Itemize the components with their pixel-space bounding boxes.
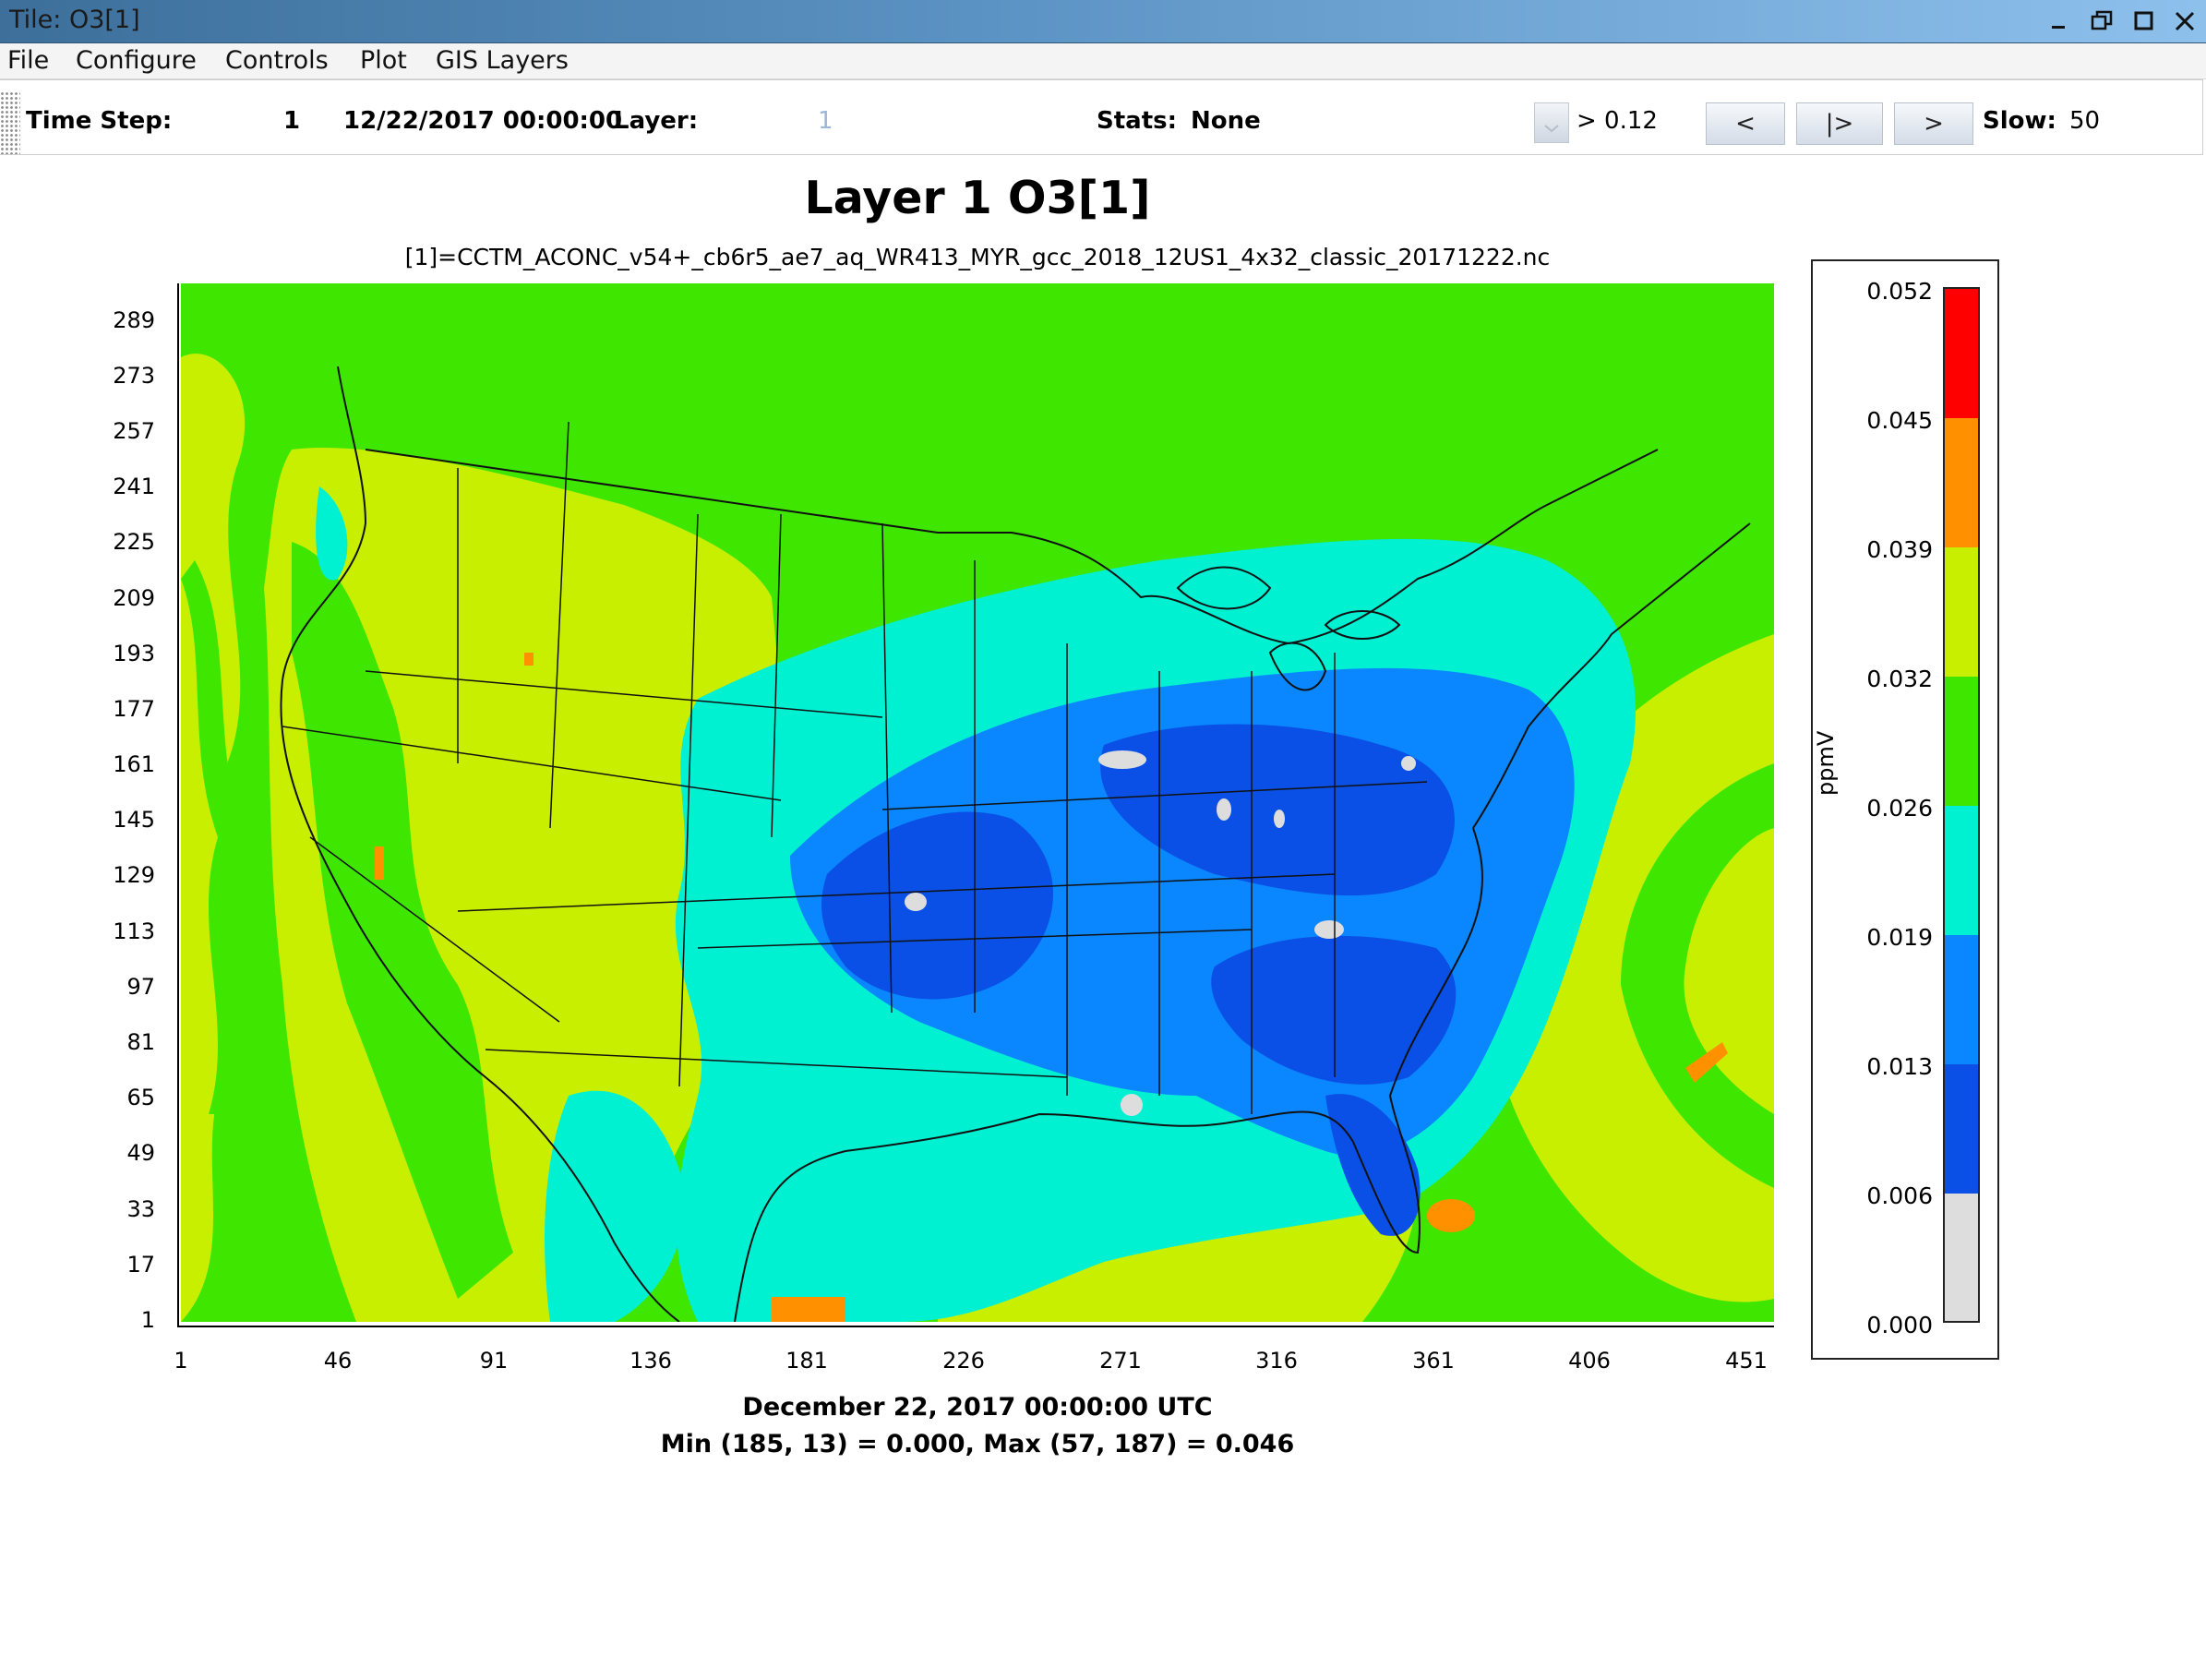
x-tick-label: 226 xyxy=(942,1348,985,1374)
minimize-icon[interactable] xyxy=(2044,6,2075,37)
legend-label: 0.000 xyxy=(1866,1312,1933,1338)
x-tick-label: 361 xyxy=(1412,1348,1455,1374)
y-axis-line xyxy=(177,283,179,1326)
y-tick-label: 209 xyxy=(113,585,155,611)
orange-spot xyxy=(772,1297,845,1322)
y-tick-label: 225 xyxy=(113,529,155,555)
y-tick-label: 161 xyxy=(113,751,155,777)
y-tick-label: 1 xyxy=(140,1307,155,1333)
menu-gis-layers[interactable]: GIS Layers xyxy=(436,46,569,75)
y-tick-label: 177 xyxy=(113,696,155,722)
y-tick-label: 81 xyxy=(126,1029,155,1055)
x-tick-label: 1 xyxy=(174,1348,188,1374)
plot-subtitle: [1]=CCTM_ACONC_v54+_cb6r5_ae7_aq_WR413_M… xyxy=(404,244,1551,270)
previous-step-button[interactable]: < xyxy=(1706,102,1785,145)
y-tick-label: 65 xyxy=(126,1085,155,1110)
legend-swatch-red xyxy=(1945,289,1978,418)
y-tick-label: 17 xyxy=(126,1252,155,1278)
x-axis-line xyxy=(177,1326,1774,1327)
legend-label: 0.019 xyxy=(1866,924,1933,951)
orange-spot xyxy=(1427,1199,1475,1232)
legend-label: 0.013 xyxy=(1866,1053,1933,1080)
time-step-label: Time Step: xyxy=(26,107,173,135)
menu-plot[interactable]: Plot xyxy=(360,46,407,75)
time-step-value[interactable]: 1 xyxy=(283,107,300,135)
y-tick-label: 33 xyxy=(126,1196,155,1222)
legend-unit-label: ppmV xyxy=(1813,730,1839,796)
toolbar-grip[interactable] xyxy=(0,91,20,154)
layer-value[interactable]: 1 xyxy=(818,107,833,135)
layer-label: Layer: xyxy=(614,107,699,135)
window-title: Tile: O3[1] xyxy=(9,6,140,34)
close-icon[interactable] xyxy=(2169,6,2200,37)
legend-label: 0.006 xyxy=(1866,1182,1933,1209)
y-tick-label: 241 xyxy=(113,474,155,499)
gray-spot xyxy=(1401,756,1416,771)
legend-label: 0.026 xyxy=(1866,795,1933,822)
x-tick-label: 136 xyxy=(629,1348,672,1374)
legend-label: 0.032 xyxy=(1866,666,1933,692)
plot-title: Layer 1 O3[1] xyxy=(804,172,1151,224)
legend-color-bar xyxy=(1943,287,1980,1323)
threshold-dropdown[interactable] xyxy=(1534,102,1569,143)
x-tick-label: 271 xyxy=(1099,1348,1142,1374)
legend-label: 0.052 xyxy=(1866,278,1933,305)
menu-bar: File Configure Controls Plot GIS Layers xyxy=(0,43,2206,79)
legend-swatch-yellow xyxy=(1945,547,1978,677)
y-tick-label: 97 xyxy=(126,974,155,1000)
legend-swatch-light-blue xyxy=(1945,935,1978,1064)
threshold-value: > 0.12 xyxy=(1577,107,1658,135)
legend-swatch-green xyxy=(1945,677,1978,806)
plot-minmax-label: Min (185, 13) = 0.000, Max (57, 187) = 0… xyxy=(660,1430,1295,1458)
concentration-map[interactable] xyxy=(181,283,1774,1322)
gray-spot xyxy=(905,893,927,911)
y-tick-label: 257 xyxy=(113,418,155,444)
next-step-button[interactable]: > xyxy=(1894,102,1973,145)
datetime-value: 12/22/2017 00:00:00 xyxy=(343,107,623,135)
plot-date-label: December 22, 2017 00:00:00 UTC xyxy=(742,1393,1213,1422)
y-tick-label: 145 xyxy=(113,807,155,833)
chevron-down-icon xyxy=(1544,125,1559,133)
y-tick-label: 193 xyxy=(113,641,155,666)
restore-icon[interactable] xyxy=(2086,6,2117,37)
legend-swatch-gray xyxy=(1945,1194,1978,1321)
y-tick-label: 273 xyxy=(113,363,155,389)
y-tick-label: 49 xyxy=(126,1140,155,1166)
y-tick-label: 289 xyxy=(113,307,155,333)
stats-value: None xyxy=(1191,107,1261,135)
window-title-bar[interactable]: Tile: O3[1] xyxy=(0,0,2206,43)
x-tick-label: 451 xyxy=(1725,1348,1768,1374)
menu-file[interactable]: File xyxy=(7,46,49,75)
menu-configure[interactable]: Configure xyxy=(76,46,197,75)
orange-spot xyxy=(375,846,384,880)
legend-label: 0.045 xyxy=(1866,407,1933,434)
stats-label: Stats: xyxy=(1097,107,1178,135)
animation-toolbar: Time Step: 1 12/22/2017 00:00:00 Layer: … xyxy=(0,79,2203,155)
x-tick-label: 91 xyxy=(479,1348,509,1374)
legend-swatch-orange xyxy=(1945,418,1978,547)
y-tick-label: 129 xyxy=(113,862,155,888)
maximize-icon[interactable] xyxy=(2128,6,2160,37)
play-button[interactable]: |> xyxy=(1796,102,1883,145)
x-tick-label: 316 xyxy=(1255,1348,1298,1374)
legend-label: 0.039 xyxy=(1866,536,1933,563)
x-tick-label: 406 xyxy=(1568,1348,1611,1374)
x-tick-label: 46 xyxy=(323,1348,353,1374)
gray-spot xyxy=(1314,920,1344,939)
legend-swatch-blue xyxy=(1945,1064,1978,1194)
orange-spot xyxy=(524,653,534,666)
x-tick-label: 181 xyxy=(785,1348,828,1374)
legend-swatch-cyan xyxy=(1945,806,1978,935)
gray-spot xyxy=(1274,810,1285,828)
gray-spot xyxy=(1121,1094,1143,1116)
slow-value[interactable]: 50 xyxy=(2069,107,2100,135)
y-tick-label: 113 xyxy=(113,918,155,944)
slow-label: Slow: xyxy=(1983,107,2056,135)
gray-spot xyxy=(1217,798,1231,821)
menu-controls[interactable]: Controls xyxy=(225,46,329,75)
gray-spot xyxy=(1098,750,1146,769)
